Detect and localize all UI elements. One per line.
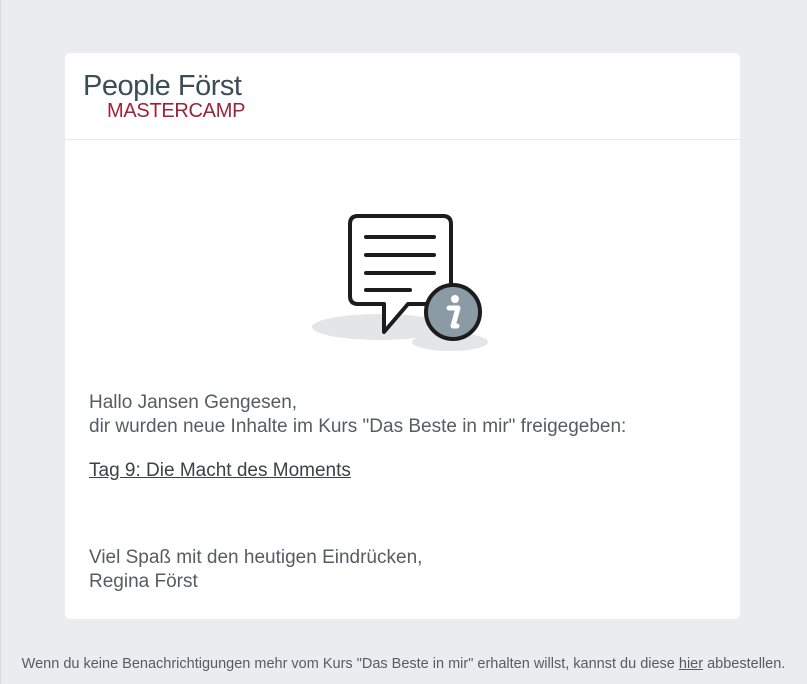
logo-wordmark: People Först xyxy=(83,70,242,102)
footer-tail: abbestellen. xyxy=(703,656,786,672)
message-info-icon xyxy=(312,214,488,351)
greeting-block: Hallo Jansen Gengesen, dir wurden neue I… xyxy=(89,391,719,439)
closing-line: Viel Spaß mit den heutigen Eindrücken, xyxy=(89,547,423,568)
intro-line: dir wurden neue Inhalte im Kurs "Das Bes… xyxy=(89,416,627,437)
unsubscribe-footer: Wenn du keine Benachrichtigungen mehr vo… xyxy=(0,653,807,675)
signature: Regina Först xyxy=(89,571,198,592)
logo-subline: MASTERCAMP xyxy=(107,100,246,122)
brand-logo: People Först MASTERCAMP xyxy=(83,71,253,123)
email-card: People Först MASTERCAMP Hallo Jansen Gen… xyxy=(65,53,740,619)
greeting-line: Hallo Jansen Gengesen, xyxy=(89,392,298,413)
window-edge xyxy=(0,0,1,684)
course-lesson-link[interactable]: Tag 9: Die Macht des Moments xyxy=(89,459,719,483)
closing-block: Viel Spaß mit den heutigen Eindrücken, R… xyxy=(89,546,719,594)
unsubscribe-link[interactable]: hier xyxy=(679,656,703,672)
email-header: People Först MASTERCAMP xyxy=(65,53,740,140)
footer-text: Wenn du keine Benachrichtigungen mehr vo… xyxy=(21,656,679,672)
